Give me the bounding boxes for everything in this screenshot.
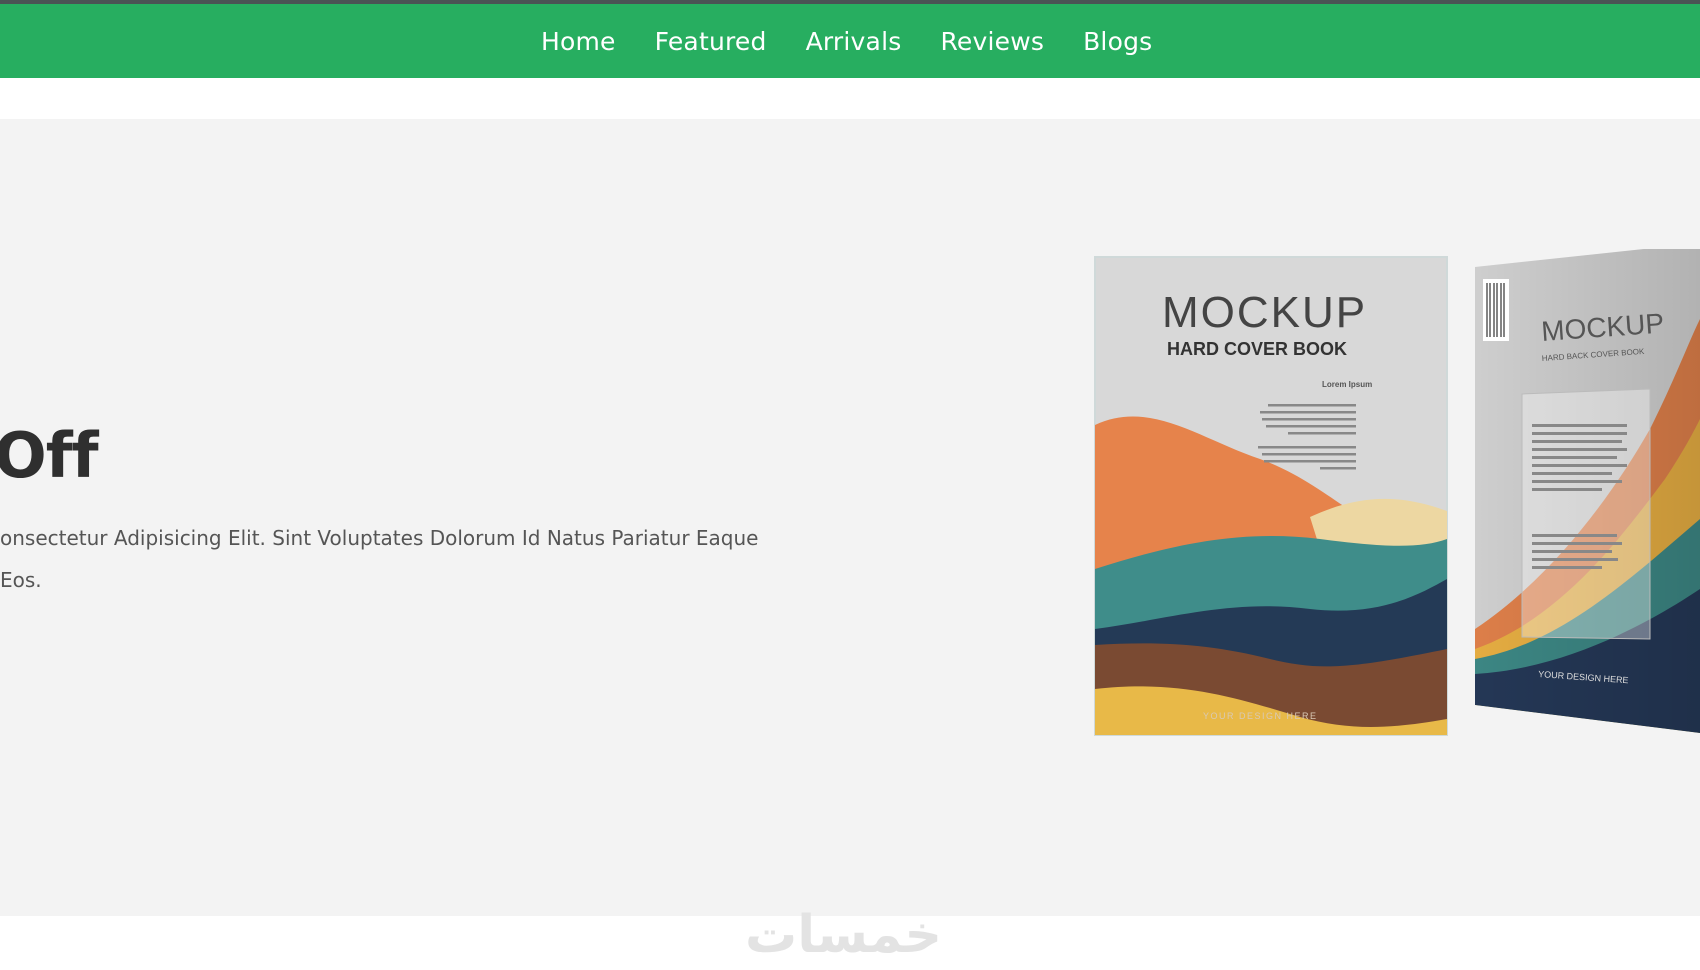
front-book-subtitle: HARD COVER BOOK bbox=[1167, 339, 1347, 359]
front-book-small-heading: Lorem Ipsum bbox=[1322, 380, 1372, 389]
nav-links: Home Featured Arrivals Reviews Blogs bbox=[541, 4, 1152, 78]
hero-description-line-1: onsectetur Adipisicing Elit. Sint Volupt… bbox=[0, 526, 759, 550]
main-navbar: Home Featured Arrivals Reviews Blogs bbox=[0, 4, 1700, 78]
nav-arrivals-link[interactable]: Arrivals bbox=[806, 27, 902, 56]
hero-banner: Off onsectetur Adipisicing Elit. Sint Vo… bbox=[0, 119, 1700, 916]
nav-home-link[interactable]: Home bbox=[541, 27, 616, 56]
book-mockup-image: MOCKUP HARD BACK COVER BOOK YOUR DESIGN … bbox=[1094, 249, 1700, 736]
watermark-logo: خمسات bbox=[745, 905, 943, 965]
front-book-footer: YOUR DESIGN HERE bbox=[1203, 711, 1318, 721]
nav-reviews-link[interactable]: Reviews bbox=[940, 27, 1044, 56]
back-book-cover: MOCKUP HARD BACK COVER BOOK YOUR DESIGN … bbox=[1475, 249, 1700, 733]
nav-featured-link[interactable]: Featured bbox=[655, 27, 767, 56]
hero-title: Off bbox=[0, 419, 99, 492]
nav-blogs-link[interactable]: Blogs bbox=[1083, 27, 1152, 56]
hero-description: onsectetur Adipisicing Elit. Sint Volupt… bbox=[0, 517, 780, 601]
front-book-title: MOCKUP bbox=[1162, 288, 1367, 337]
front-book-cover: MOCKUP HARD COVER BOOK Lorem Ipsum YOUR … bbox=[1094, 256, 1448, 736]
hero-description-line-2: Eos. bbox=[0, 568, 42, 592]
